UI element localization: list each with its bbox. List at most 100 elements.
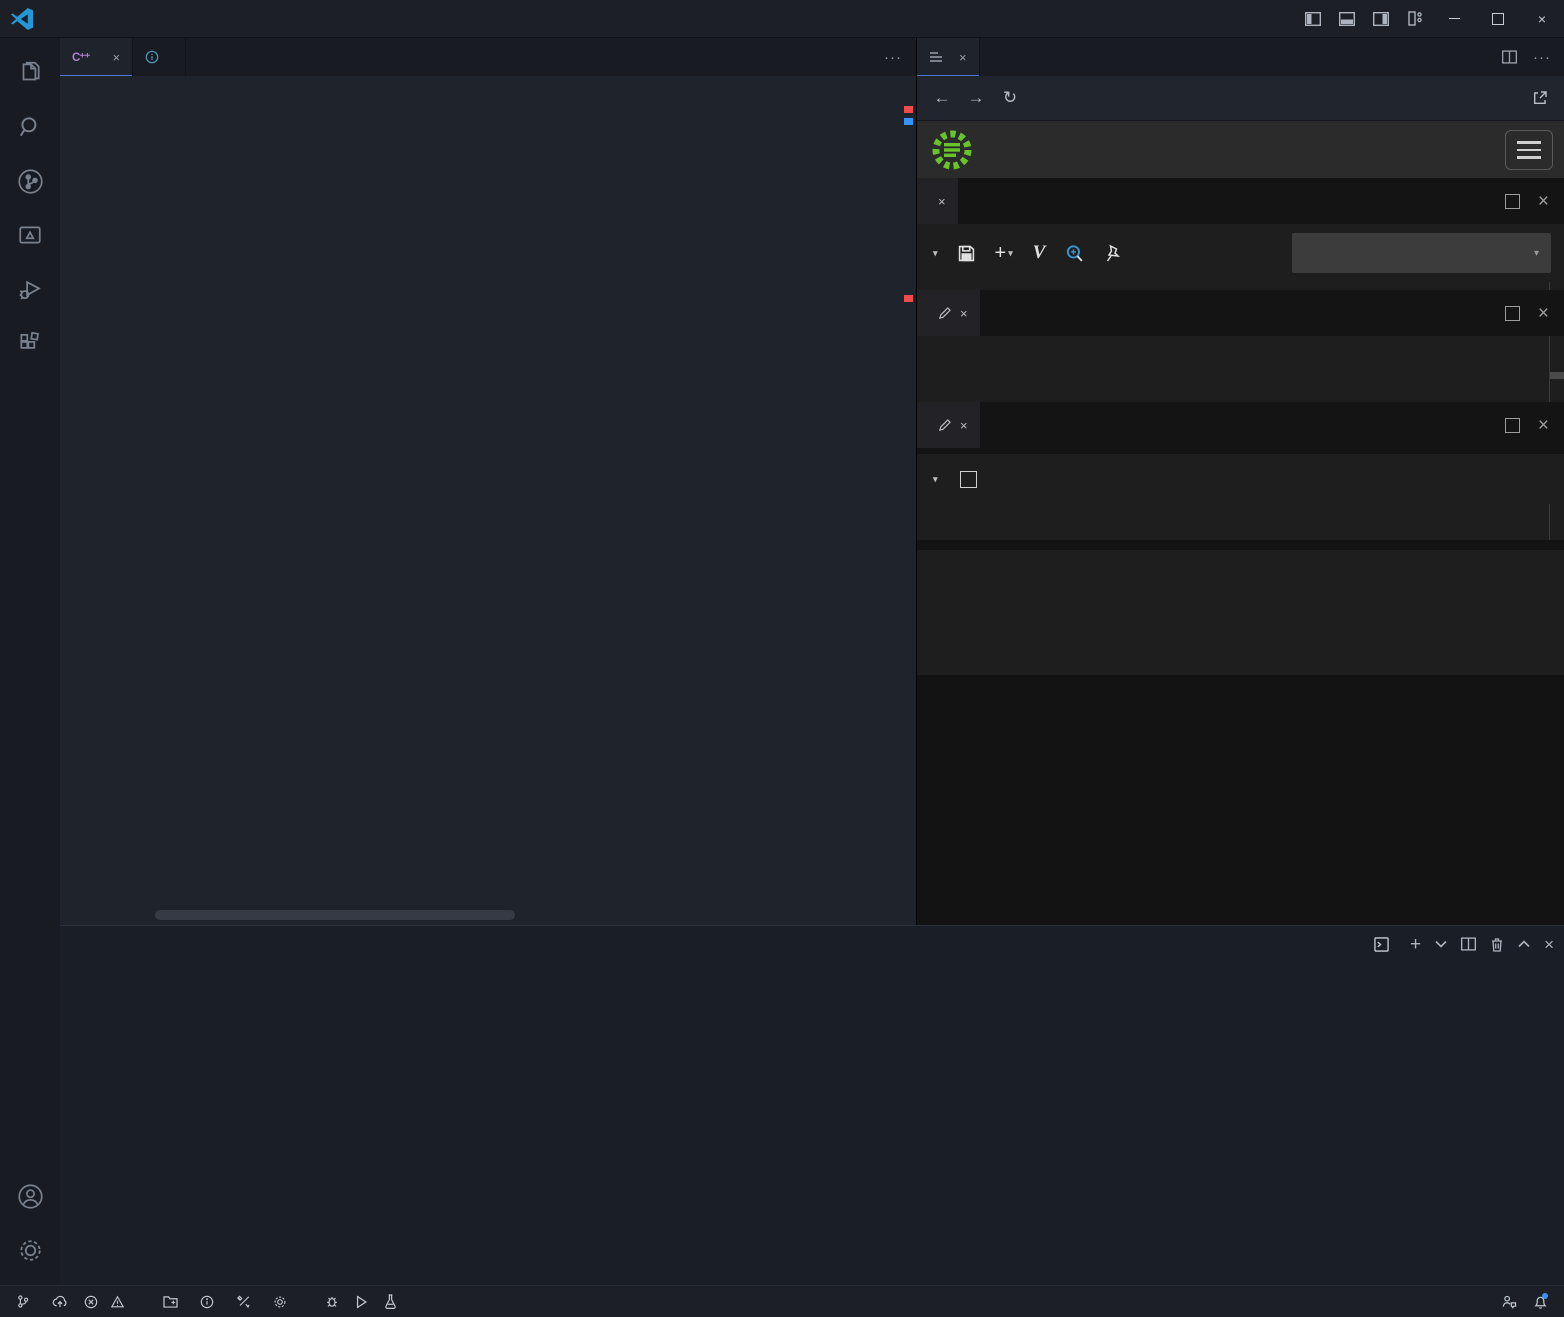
tab-readme-md[interactable] bbox=[133, 38, 186, 76]
close-pane-icon[interactable]: × bbox=[960, 306, 968, 321]
font-size-icon[interactable]: ▾ bbox=[931, 248, 938, 259]
gear-icon bbox=[273, 1295, 287, 1309]
source-control-icon[interactable] bbox=[6, 156, 54, 206]
close-pane-icon[interactable]: × bbox=[1538, 304, 1549, 323]
reload-icon[interactable]: ↻ bbox=[995, 83, 1025, 113]
play-icon bbox=[355, 1295, 368, 1309]
maximize-pane-icon[interactable] bbox=[1505, 418, 1520, 433]
compiler-pane-tab[interactable]: × bbox=[917, 290, 980, 336]
vim-mode-icon[interactable]: V bbox=[1033, 242, 1046, 264]
source-pane-tab[interactable]: × bbox=[917, 178, 958, 224]
save-icon[interactable] bbox=[958, 245, 975, 262]
font-size-icon[interactable]: ▾ bbox=[931, 474, 938, 485]
debug-button[interactable] bbox=[317, 1286, 347, 1317]
close-tab-icon[interactable]: × bbox=[112, 50, 120, 65]
folder-status[interactable] bbox=[155, 1286, 192, 1317]
warnings-icon bbox=[110, 1295, 125, 1309]
maximize-button[interactable] bbox=[1476, 0, 1520, 37]
vscode-window: { "titlebar": { "menus": ["File","Edit",… bbox=[0, 0, 1564, 1317]
horizontal-scrollbar[interactable] bbox=[155, 910, 515, 920]
toggle-sidebar-icon[interactable] bbox=[1296, 0, 1330, 37]
sync-status[interactable] bbox=[44, 1286, 76, 1317]
toggle-panel-icon[interactable] bbox=[1330, 0, 1364, 37]
error-marker bbox=[904, 106, 913, 113]
feedback-icon[interactable] bbox=[1493, 1294, 1525, 1309]
close-pane-icon[interactable]: × bbox=[1538, 416, 1549, 435]
close-pane-icon[interactable]: × bbox=[938, 194, 946, 209]
account-icon[interactable] bbox=[6, 1171, 54, 1221]
new-terminal-icon[interactable]: + bbox=[1410, 935, 1421, 954]
pin-icon[interactable] bbox=[1104, 244, 1121, 262]
extensions-icon[interactable] bbox=[6, 318, 54, 368]
wrap-lines-checkbox[interactable] bbox=[960, 471, 984, 488]
run-debug-icon[interactable] bbox=[6, 264, 54, 314]
back-icon[interactable]: ← bbox=[927, 83, 957, 113]
activity-bar bbox=[0, 38, 60, 1285]
error-marker bbox=[904, 295, 913, 302]
cmake-icon[interactable] bbox=[6, 210, 54, 260]
info-marker bbox=[904, 118, 913, 125]
publish-cloud-icon bbox=[52, 1294, 68, 1309]
compiler-explorer-logo bbox=[929, 127, 985, 173]
compiler-explorer-body: × × ▾ +▾ V ▾ bbox=[917, 178, 1564, 925]
minimap[interactable] bbox=[828, 102, 916, 925]
terminal-icon bbox=[1374, 937, 1389, 952]
notifications-bell-icon[interactable] bbox=[1525, 1294, 1556, 1310]
notification-dot bbox=[1542, 1293, 1548, 1299]
explorer-icon[interactable] bbox=[6, 48, 54, 98]
minimize-button[interactable] bbox=[1432, 0, 1476, 37]
build-target[interactable] bbox=[301, 1286, 317, 1317]
branch-status[interactable] bbox=[8, 1286, 44, 1317]
split-terminal-icon[interactable] bbox=[1461, 937, 1476, 951]
problems-status[interactable] bbox=[76, 1286, 139, 1317]
close-panel-icon[interactable]: × bbox=[1544, 936, 1554, 953]
cmake-status[interactable] bbox=[192, 1286, 228, 1317]
language-select[interactable]: ▾ bbox=[1292, 233, 1551, 273]
browser-tabs: × ··· bbox=[917, 38, 1564, 76]
list-icon bbox=[929, 51, 943, 63]
tab-simple-browser[interactable]: × bbox=[917, 38, 980, 76]
info-file-icon bbox=[145, 50, 159, 64]
tools-icon bbox=[236, 1295, 251, 1309]
maximize-pane-icon[interactable] bbox=[1505, 194, 1520, 209]
source-toolbar: ▾ +▾ V ▾ bbox=[917, 224, 1564, 282]
maximize-pane-icon[interactable] bbox=[1505, 306, 1520, 321]
editor-group-right: × ··· ← → ↻ bbox=[916, 38, 1564, 925]
toggle-secondary-sidebar-icon[interactable] bbox=[1364, 0, 1398, 37]
ctest-button[interactable] bbox=[376, 1286, 411, 1317]
tab-json-hpp[interactable]: C⁺⁺ × bbox=[60, 38, 133, 76]
customize-layout-icon[interactable] bbox=[1398, 0, 1432, 37]
search-icon[interactable] bbox=[6, 102, 54, 152]
add-new-icon[interactable]: +▾ bbox=[995, 242, 1013, 265]
more-actions-icon[interactable]: ··· bbox=[1533, 49, 1551, 66]
code-editor[interactable] bbox=[60, 102, 916, 925]
close-window-button[interactable]: × bbox=[1520, 0, 1564, 37]
terminal[interactable] bbox=[82, 970, 1556, 1281]
output-pane-tab[interactable]: × bbox=[917, 402, 980, 448]
close-pane-icon[interactable]: × bbox=[960, 418, 968, 433]
checkbox-icon[interactable] bbox=[960, 471, 977, 488]
kit-status[interactable] bbox=[228, 1286, 265, 1317]
maximize-panel-icon[interactable] bbox=[1518, 940, 1530, 948]
forward-icon[interactable]: → bbox=[961, 83, 991, 113]
godbolt-scroll-slider[interactable] bbox=[1550, 372, 1564, 379]
hamburger-menu-icon[interactable] bbox=[1505, 130, 1553, 170]
edit-title-icon[interactable] bbox=[938, 307, 951, 320]
edit-title-icon[interactable] bbox=[938, 419, 951, 432]
terminal-select[interactable] bbox=[1374, 937, 1396, 952]
close-pane-icon[interactable]: × bbox=[1538, 192, 1549, 211]
terminal-dropdown-icon[interactable] bbox=[1435, 940, 1447, 948]
editor-actions-more-icon[interactable]: ··· bbox=[870, 49, 916, 66]
launch-button[interactable] bbox=[347, 1286, 376, 1317]
settings-gear-icon[interactable] bbox=[6, 1225, 54, 1275]
clangd-status[interactable] bbox=[139, 1286, 155, 1317]
breadcrumb[interactable] bbox=[60, 76, 916, 102]
split-editor-icon[interactable] bbox=[1502, 50, 1517, 64]
cpp-file-icon: C⁺⁺ bbox=[72, 50, 89, 64]
compiler-output[interactable] bbox=[917, 550, 1564, 675]
close-tab-icon[interactable]: × bbox=[959, 50, 967, 65]
build-button[interactable] bbox=[265, 1286, 301, 1317]
search-zoom-icon[interactable] bbox=[1065, 244, 1084, 263]
kill-terminal-icon[interactable] bbox=[1490, 937, 1504, 952]
open-external-icon[interactable] bbox=[1525, 83, 1555, 113]
